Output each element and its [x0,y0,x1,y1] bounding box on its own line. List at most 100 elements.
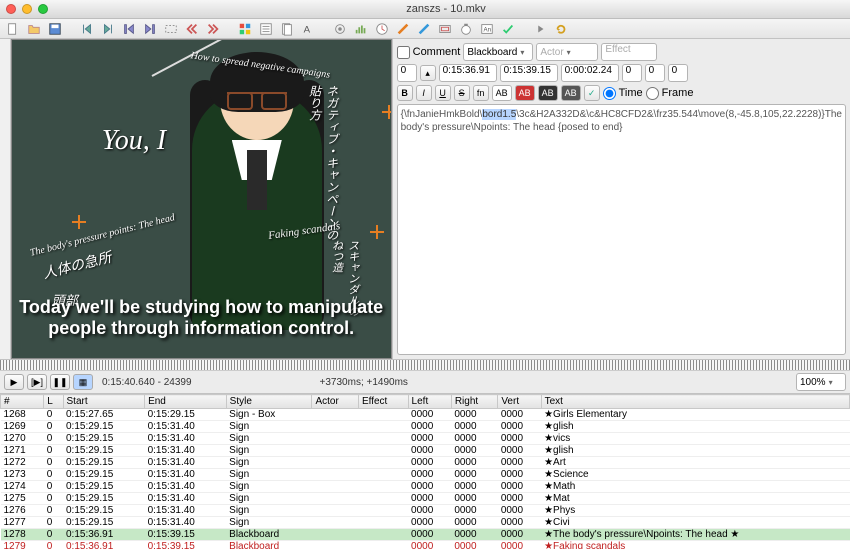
style-dropdown[interactable]: Blackboard [463,43,533,61]
new-file-icon[interactable] [4,21,22,37]
shift-back-icon[interactable] [183,21,201,37]
table-row[interactable]: 127800:15:36.910:15:39.15Blackboard00000… [1,529,850,541]
column-header[interactable]: L [44,395,63,409]
properties-icon[interactable] [257,21,275,37]
table-row[interactable]: 127100:15:29.150:15:31.40Sign00000000000… [1,445,850,457]
subtitle-edit-textarea[interactable]: {\fnJanieHmkBold\bord1.5\3c&H2A332D&\c&H… [397,104,846,355]
table-row[interactable]: 126900:15:29.150:15:31.40Sign00000000000… [1,421,850,433]
column-header[interactable]: Vert [498,395,541,409]
duration-field[interactable]: 0:00:02.24 [561,64,619,82]
frame-label: Frame [662,87,694,99]
table-row[interactable]: 127700:15:29.150:15:31.40Sign00000000000… [1,517,850,529]
comment-checkbox[interactable] [397,46,410,59]
margin-right-field[interactable]: 0 [645,64,665,82]
actor-dropdown[interactable]: Actor [536,43,598,61]
minimize-window[interactable] [22,4,32,14]
pause-button[interactable]: ❚❚ [50,374,70,390]
select-visible-icon[interactable] [162,21,180,37]
main-toolbar: A An [0,19,850,39]
column-header[interactable]: Style [226,395,312,409]
fonts-collector-icon[interactable]: A [299,21,317,37]
column-header[interactable]: Left [408,395,451,409]
subtitle-line2: people through information control. [12,318,391,340]
attachments-icon[interactable] [278,21,296,37]
shift-forward-icon[interactable] [204,21,222,37]
column-header[interactable]: Effect [358,395,408,409]
vertical-ruler [0,39,11,359]
column-header[interactable]: Right [451,395,498,409]
secondary-color-button[interactable]: AB [515,85,535,101]
outline-color-button[interactable]: AB [538,85,558,101]
subtitle-grid[interactable]: #LStartEndStyleActorEffectLeftRightVertT… [0,393,850,549]
position-marker-icon[interactable] [382,105,392,119]
save-file-icon[interactable] [46,21,64,37]
time-label: Time [619,87,643,99]
window-title: zanszs - 10.mkv [48,3,844,15]
column-header[interactable]: Text [541,395,849,409]
play-button[interactable]: ▶ [4,374,24,390]
shift-times-icon[interactable] [373,21,391,37]
frame-radio[interactable] [646,87,659,100]
position-marker-icon[interactable] [370,225,384,239]
primary-color-button[interactable]: AB [492,85,512,101]
table-row[interactable]: 127900:15:36.910:15:39.15Blackboard00000… [1,541,850,549]
position-marker-icon[interactable] [72,215,86,229]
zoom-dropdown[interactable]: 100% [796,373,846,391]
overlay-you-i: You, I [102,125,166,157]
styling-assistant-icon[interactable] [394,21,412,37]
table-row[interactable]: 127600:15:29.150:15:31.40Sign00000000000… [1,505,850,517]
snap-end-icon[interactable] [141,21,159,37]
table-row[interactable]: 127500:15:29.150:15:31.40Sign00000000000… [1,493,850,505]
strike-button[interactable]: S [454,85,470,101]
table-row[interactable]: 127000:15:29.150:15:31.40Sign00000000000… [1,433,850,445]
commit-button[interactable]: ✓ [584,85,600,101]
edit-panel: Comment Blackboard Actor Effect 0 ▴ 0:15… [392,39,850,359]
close-window[interactable] [6,4,16,14]
jump-end-icon[interactable] [99,21,117,37]
effect-field[interactable]: Effect [601,43,657,61]
column-header[interactable]: Actor [312,395,358,409]
bold-button[interactable]: B [397,85,413,101]
table-row[interactable]: 127200:15:29.150:15:31.40Sign00000000000… [1,457,850,469]
playback-offset: +3730ms; +1490ms [314,377,414,388]
column-header[interactable]: Start [63,395,145,409]
toggle-autoscroll-button[interactable]: ▦ [73,374,93,390]
styles-manager-icon[interactable] [236,21,254,37]
table-row[interactable]: 127300:15:29.150:15:31.40Sign00000000000… [1,469,850,481]
end-time-field[interactable]: 0:15:39.15 [500,64,558,82]
table-row[interactable]: 127400:15:29.150:15:31.40Sign00000000000… [1,481,850,493]
subtitle-overlay: Today we'll be studying how to manipulat… [12,297,391,340]
column-header[interactable]: End [145,395,227,409]
time-radio[interactable] [603,87,616,100]
zoom-window[interactable] [38,4,48,14]
margin-vert-field[interactable]: 0 [668,64,688,82]
audio-panel: ▶ [▶] ❚❚ ▦ 0:15:40.640 - 24399 +3730ms; … [0,359,850,393]
jump-start-icon[interactable] [78,21,96,37]
play-line-button[interactable]: [▶] [27,374,47,390]
italic-button[interactable]: I [416,85,432,101]
svg-text:A: A [304,24,311,35]
automation-icon[interactable] [331,21,349,37]
playback-time: 0:15:40.640 - 24399 [96,377,198,388]
translation-assistant-icon[interactable] [415,21,433,37]
audio-waveform[interactable] [0,360,850,371]
layer-spin-icon[interactable]: ▴ [420,65,436,81]
layer-field[interactable]: 0 [397,64,417,82]
cycle-icon[interactable] [552,21,570,37]
timing-postprocessor-icon[interactable] [457,21,475,37]
shadow-color-button[interactable]: AB [561,85,581,101]
snap-start-icon[interactable] [120,21,138,37]
start-time-field[interactable]: 0:15:36.91 [439,64,497,82]
margin-left-field[interactable]: 0 [622,64,642,82]
resample-icon[interactable] [436,21,454,37]
font-button[interactable]: fn [473,85,489,101]
open-file-icon[interactable] [25,21,43,37]
options-icon[interactable] [531,21,549,37]
column-header[interactable]: # [1,395,44,409]
spellcheck-icon[interactable] [499,21,517,37]
underline-button[interactable]: U [435,85,451,101]
table-row[interactable]: 126800:15:27.650:15:29.15Sign - Box00000… [1,409,850,421]
video-preview[interactable]: You, I The body's pressure points: The h… [11,39,392,359]
spectrum-icon[interactable] [352,21,370,37]
kanji-timer-icon[interactable]: An [478,21,496,37]
